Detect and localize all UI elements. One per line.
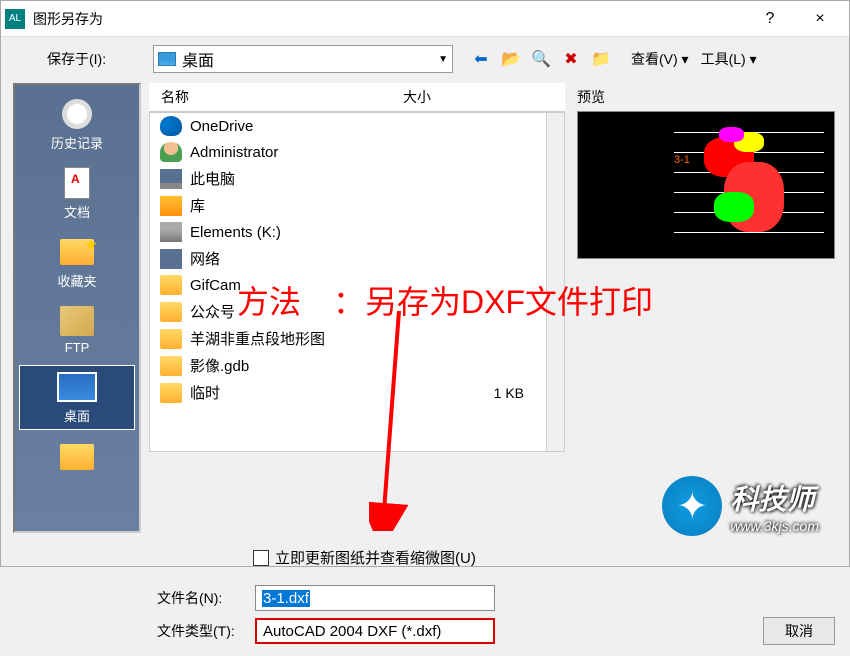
column-name[interactable]: 名称 <box>149 87 403 107</box>
file-list-header: 名称 大小 <box>149 83 565 112</box>
places-ftp[interactable]: FTP <box>19 300 135 359</box>
annotation-text: 方法 ：另存为DXF文件打印 <box>237 277 653 323</box>
desktop-icon <box>158 52 176 66</box>
folder-icon <box>160 383 182 403</box>
onedrive-icon <box>160 116 182 136</box>
list-item[interactable]: 影像.gdb <box>150 352 564 379</box>
toolbar: ⬅ 📂 🔍 ✖ 📁 <box>469 47 613 71</box>
folder-icon <box>160 275 182 295</box>
preview-label: 预览 <box>577 83 837 111</box>
checkbox-label: 立即更新图纸并查看缩微图(U) <box>275 547 476 568</box>
close-button[interactable]: × <box>805 10 835 28</box>
list-item[interactable]: 网络 <box>150 245 564 272</box>
library-icon <box>160 196 182 216</box>
save-in-label: 保存于(I): <box>47 49 145 69</box>
network-icon <box>160 249 182 269</box>
watermark: ✦ 科技师 www.3kjs.com <box>662 476 819 536</box>
folder-icon <box>160 356 182 376</box>
column-size[interactable]: 大小 <box>403 87 431 107</box>
folder-icon <box>160 329 182 349</box>
help-button[interactable]: ? <box>755 10 785 28</box>
filename-input[interactable]: 3-1.dxf <box>255 585 495 611</box>
places-panel: 历史记录 文档 ★ 收藏夹 FTP 桌面 <box>13 83 141 533</box>
list-item[interactable]: 羊湖非重点段地形图 <box>150 325 564 352</box>
back-icon[interactable]: ⬅ <box>469 47 493 71</box>
list-item[interactable]: 此电脑 <box>150 165 564 192</box>
search-icon[interactable]: 🔍 <box>529 47 553 71</box>
up-icon[interactable]: 📂 <box>499 47 523 71</box>
app-icon: AL <box>5 9 25 29</box>
save-in-row: 保存于(I): 桌面 ▼ ⬅ 📂 🔍 ✖ 📁 查看(V) ▾ 工具(L) ▾ <box>1 37 849 83</box>
places-favorites[interactable]: ★ 收藏夹 <box>19 231 135 294</box>
places-desktop[interactable]: 桌面 <box>19 365 135 430</box>
list-item[interactable]: Administrator <box>150 139 564 165</box>
newfolder-icon[interactable]: 📁 <box>589 47 613 71</box>
list-item[interactable]: 库 <box>150 192 564 219</box>
places-more[interactable] <box>19 436 135 478</box>
list-item[interactable]: Elements (K:) <box>150 219 564 245</box>
titlebar: AL 图形另存为 ? × <box>1 1 849 37</box>
folder-icon <box>160 302 182 322</box>
annotation-arrow <box>369 311 449 531</box>
update-thumbnail-checkbox[interactable] <box>253 550 269 566</box>
window-title: 图形另存为 <box>33 9 755 29</box>
places-history[interactable]: 历史记录 <box>19 93 135 156</box>
chevron-down-icon: ▼ <box>438 54 448 65</box>
filetype-label: 文件类型(T): <box>157 621 247 641</box>
preview-image: 3-1 <box>577 111 835 259</box>
user-icon <box>160 142 182 162</box>
places-documents[interactable]: 文档 <box>19 162 135 225</box>
filetype-dropdown[interactable]: AutoCAD 2004 DXF (*.dxf) <box>255 618 495 644</box>
drive-icon <box>160 222 182 242</box>
bottom-controls: 立即更新图纸并查看缩微图(U) 文件名(N): 3-1.dxf 文件类型(T):… <box>1 533 849 656</box>
delete-icon[interactable]: ✖ <box>559 47 583 71</box>
location-text: 桌面 <box>182 47 214 71</box>
list-item[interactable]: 临时1 KB <box>150 379 564 406</box>
location-dropdown[interactable]: 桌面 ▼ <box>153 45 453 73</box>
filename-label: 文件名(N): <box>157 588 247 608</box>
tools-menu[interactable]: 工具(L) ▾ <box>697 47 761 71</box>
view-menu[interactable]: 查看(V) ▾ <box>627 47 693 71</box>
cancel-button[interactable]: 取消 <box>763 617 835 645</box>
pc-icon <box>160 169 182 189</box>
list-item[interactable]: OneDrive <box>150 113 564 139</box>
